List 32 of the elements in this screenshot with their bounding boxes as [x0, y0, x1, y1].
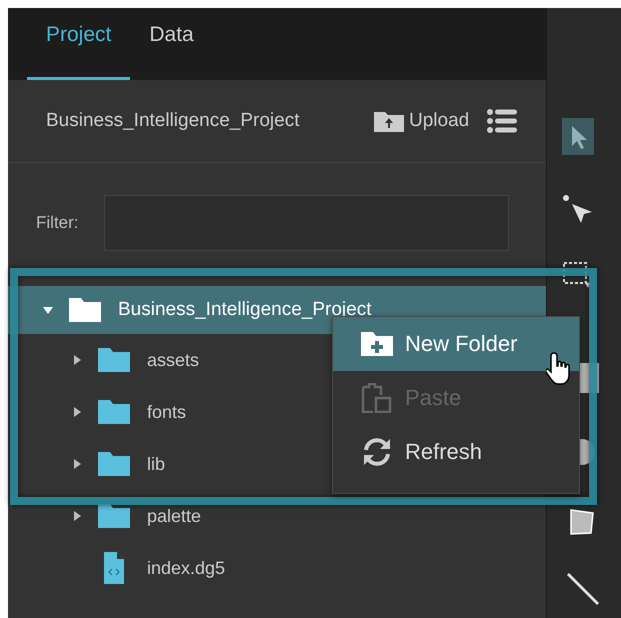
new-folder-icon [361, 332, 393, 356]
folder-icon [98, 452, 130, 476]
filter-label: Filter: [36, 213, 80, 233]
expanded-arrow-icon[interactable] [43, 305, 53, 315]
menu-item[interactable]: Refresh [333, 425, 579, 479]
folder-icon [98, 400, 130, 424]
tree-row[interactable]: palette [8, 490, 546, 542]
collapsed-arrow-icon[interactable] [72, 355, 82, 365]
line-tool-icon[interactable] [565, 571, 601, 607]
folder-icon [69, 298, 101, 322]
code-file-icon [104, 552, 124, 584]
folder-icon [98, 504, 130, 528]
collapsed-arrow-icon[interactable] [72, 459, 82, 469]
list-menu-icon[interactable] [487, 109, 518, 133]
panel-tab[interactable]: Project [27, 8, 130, 80]
panel-tab[interactable]: Data [130, 8, 213, 80]
menu-item[interactable]: New Folder [333, 317, 579, 371]
pointer-tool-icon[interactable] [562, 118, 594, 155]
folder-icon [98, 348, 130, 372]
tree-item-label: index.dg5 [147, 558, 226, 578]
refresh-icon [361, 437, 393, 467]
tree-item-label: palette [147, 506, 202, 526]
collapsed-arrow-icon[interactable] [72, 511, 82, 521]
project-name: Business_Intelligence_Project [46, 110, 300, 132]
collapsed-arrow-icon[interactable] [72, 407, 82, 417]
clipboard-icon [361, 383, 393, 413]
tree-item-label: lib [147, 454, 166, 474]
folder-upload-icon [374, 110, 404, 132]
tree-row[interactable]: index.dg5 [8, 542, 546, 594]
tree-item-label: fonts [147, 402, 186, 422]
upload-button[interactable]: Upload [374, 110, 470, 132]
tree-item-label: assets [147, 350, 200, 370]
